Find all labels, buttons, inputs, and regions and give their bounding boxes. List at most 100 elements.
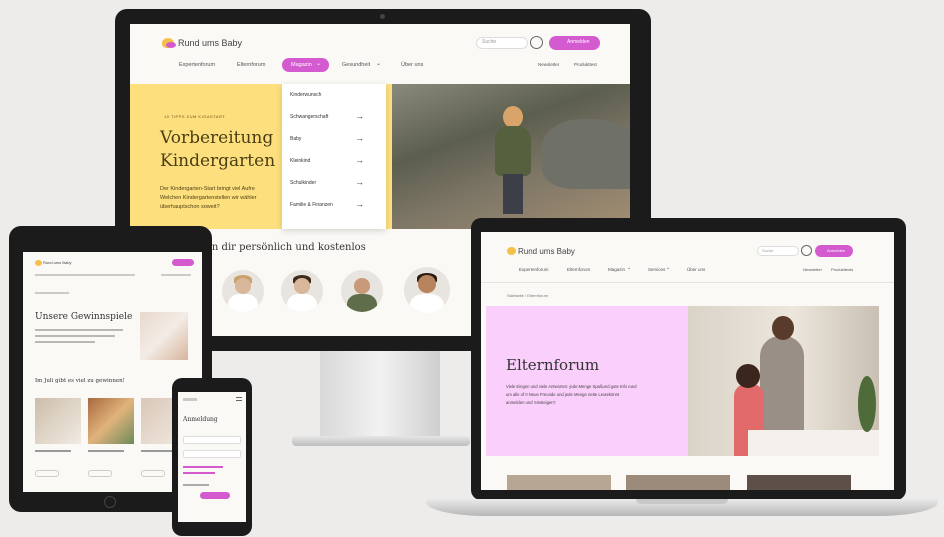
logo-icon	[183, 398, 197, 401]
chevron-down-icon: ⌄	[376, 61, 382, 67]
family-photo	[140, 312, 188, 360]
article-card-thumb[interactable]	[507, 475, 611, 490]
nav-ueber-uns[interactable]: Über uns	[687, 267, 705, 272]
laptop-notch	[636, 499, 728, 504]
monitor-base	[292, 436, 470, 446]
article-card-thumb[interactable]	[747, 475, 851, 490]
expert-avatar[interactable]	[404, 267, 450, 313]
article-card-thumb[interactable]	[626, 475, 730, 490]
giveaway-card-image[interactable]	[35, 398, 81, 444]
expert-avatar[interactable]	[341, 270, 383, 312]
nav-newsletter[interactable]: Newsletter	[538, 62, 559, 67]
remember-checkbox[interactable]	[183, 484, 209, 486]
nav-newsletter[interactable]: Newsletter	[803, 267, 822, 272]
nav-produkttest[interactable]: Produkttest	[574, 62, 597, 67]
arrow-right-icon: →	[355, 177, 364, 187]
chevron-down-icon: ⌄	[316, 61, 322, 67]
breadcrumb[interactable]: Startseite / Elternforum	[507, 293, 548, 298]
forum-hero-panel	[486, 306, 688, 456]
arrow-right-icon: →	[355, 111, 364, 121]
nav-row-right[interactable]	[161, 274, 191, 276]
rock-shape	[542, 119, 630, 189]
hero-text-line-1: Der Kindergarten-Start bringt viel Aufre	[160, 186, 255, 192]
nav-elternforum[interactable]: Elternforum	[237, 62, 265, 68]
nav-produkttests[interactable]: Produkttests	[831, 267, 853, 272]
card-text	[88, 450, 124, 452]
nav-magazin: Magazin	[291, 62, 312, 68]
forum-text-line-1: Viele Eingen und viele Antworten: jede M…	[506, 384, 637, 389]
search-icon[interactable]	[530, 36, 543, 49]
register-link[interactable]	[183, 472, 215, 474]
child-legs	[503, 174, 523, 214]
login-title: Anmeldung	[183, 416, 218, 423]
intro-text	[35, 329, 123, 331]
tablet-home-button[interactable]	[104, 496, 116, 508]
hero-title-line-2: Kindergarten	[160, 151, 276, 171]
section-subtitle: Im Juli gibt es viel zu gewinnen!	[35, 378, 125, 384]
menu-icon[interactable]	[236, 397, 242, 401]
email-field[interactable]	[183, 436, 241, 444]
forum-hero-photo	[688, 306, 879, 456]
breadcrumb[interactable]	[35, 292, 69, 294]
search-icon[interactable]	[801, 245, 812, 256]
nav-ueber-uns[interactable]: Über uns	[401, 62, 423, 68]
experts-heading: en dir persönlich und kostenlos	[206, 242, 366, 253]
nav-row[interactable]	[35, 274, 135, 276]
nav-magazin[interactable]: Magazin	[608, 267, 625, 272]
password-field[interactable]	[183, 450, 241, 458]
chevron-down-icon: ⌄	[666, 265, 671, 271]
dropdown-item-baby[interactable]: Baby	[290, 136, 301, 142]
nav-services[interactable]: Services	[648, 267, 665, 272]
card-button[interactable]	[35, 470, 59, 477]
brand-name[interactable]: Rund ums Baby	[43, 260, 71, 265]
brand-name[interactable]: Rund ums Baby	[518, 247, 575, 256]
expert-avatar[interactable]	[281, 270, 323, 312]
forum-text-line-3: anmelden und 'einsteigen'!	[506, 400, 556, 405]
phone-login-button[interactable]	[200, 492, 230, 499]
giveaway-card-image[interactable]	[88, 398, 134, 444]
nav-expertenforum[interactable]: Expertenforum	[179, 62, 215, 68]
chevron-down-icon: ⌄	[627, 265, 632, 271]
hero-title-line-1: Vorbereitung	[160, 128, 274, 148]
expert-avatar[interactable]	[222, 270, 264, 312]
card-text	[35, 450, 71, 452]
forum-text-line-2: um alle of t! Neue Freunde und jede Meng…	[506, 392, 620, 397]
page-title: Unsere Gewinnspiele	[35, 312, 133, 322]
arrow-right-icon: →	[355, 133, 364, 143]
monitor-camera	[380, 14, 385, 19]
login-label: Anmelden	[827, 248, 846, 253]
login-button[interactable]	[172, 259, 194, 266]
child-head	[503, 106, 523, 128]
hero-photo	[392, 84, 630, 229]
brand-name[interactable]: Rund ums Baby	[178, 38, 242, 48]
logo-icon	[35, 260, 42, 266]
card-button[interactable]	[88, 470, 112, 477]
child-head	[736, 364, 760, 388]
adult-head	[772, 316, 794, 340]
hero-text-line-2: Welchen Kindergartenstellen wir wähler	[160, 195, 257, 201]
laptop-screen: Rund ums Baby Suche Anmelden Expertenfor…	[481, 232, 894, 490]
nav-expertenforum[interactable]: Expertenforum	[519, 267, 549, 272]
sink-counter	[748, 430, 879, 456]
forum-title: Elternforum	[506, 356, 600, 374]
logo-icon	[507, 247, 516, 255]
child-jacket	[495, 126, 531, 176]
arrow-right-icon: →	[355, 155, 364, 165]
dropdown-item-schwangerschaft[interactable]: Schwangerschaft	[290, 114, 328, 120]
intro-text	[35, 341, 95, 343]
dropdown-item-kleinkind[interactable]: Kleinkind	[290, 158, 310, 164]
dropdown-item-schulkinder[interactable]: Schulkinder	[290, 180, 316, 186]
monitor-stand	[320, 351, 440, 441]
intro-text	[35, 335, 115, 337]
plant	[858, 376, 876, 432]
hero-text-line-3: überhauptschon soweit?	[160, 204, 220, 210]
phone-screen: Anmeldung	[178, 392, 246, 522]
nav-gesundheit[interactable]: Gesundheit	[342, 62, 370, 68]
forgot-password-link[interactable]	[183, 466, 223, 468]
card-button[interactable]	[141, 470, 165, 477]
search-placeholder: Suche	[762, 248, 774, 253]
dropdown-item-kinderwunsch[interactable]: Kinderwunsch	[290, 92, 321, 98]
nav-elternforum[interactable]: Elternforum	[567, 267, 590, 272]
search-placeholder: Suche	[482, 39, 497, 45]
dropdown-item-familie-finanzen[interactable]: Familie & Finanzen	[290, 202, 333, 208]
